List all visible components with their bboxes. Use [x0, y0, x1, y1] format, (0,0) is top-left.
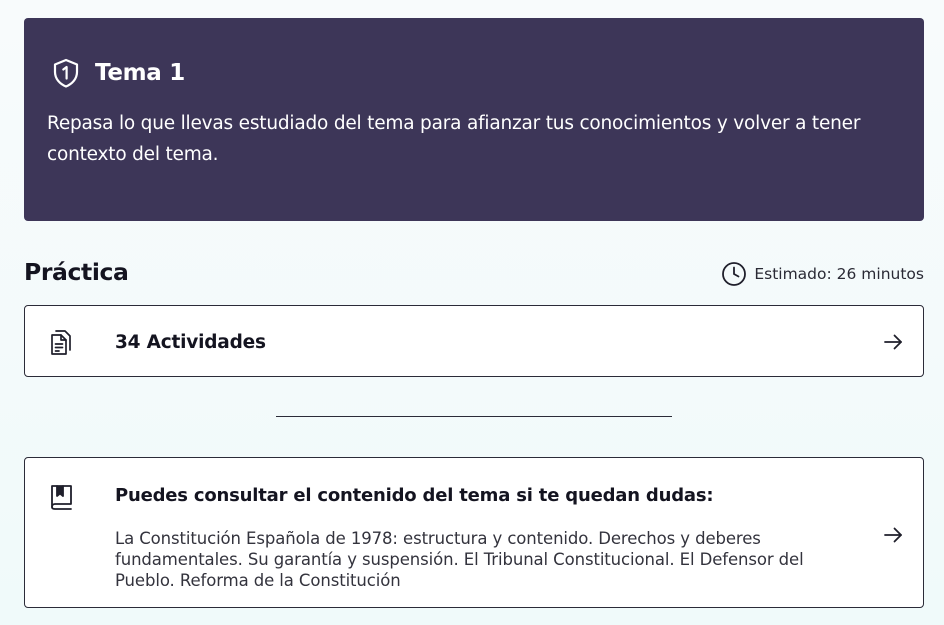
topic-title-row: Tema 1 — [50, 57, 185, 89]
content-card-heading: Puedes consultar el contenido del tema s… — [115, 485, 714, 506]
documents-icon — [47, 328, 75, 356]
estimated-time-label: Estimado: 26 minutos — [754, 265, 924, 283]
section-title: Práctica — [24, 258, 129, 286]
topic-description: Repasa lo que llevas estudiado del tema … — [47, 113, 861, 165]
divider — [276, 416, 672, 417]
shield-number-one-icon — [50, 57, 82, 89]
topic-title: Tema 1 — [95, 60, 185, 86]
book-icon — [49, 483, 75, 511]
content-card-description: La Constitución Española de 1978: estruc… — [115, 529, 804, 590]
activities-label: 34 Actividades — [115, 332, 266, 353]
arrow-right-icon[interactable] — [883, 332, 903, 352]
activities-card[interactable]: 34 Actividades — [24, 305, 924, 377]
arrow-right-icon[interactable] — [883, 525, 903, 545]
clock-icon — [721, 261, 747, 287]
topic-header: Tema 1 Repasa lo que llevas estudiado de… — [24, 18, 924, 221]
estimated-time: Estimado: 26 minutos — [721, 261, 924, 287]
topic-content-card[interactable]: Puedes consultar el contenido del tema s… — [24, 457, 924, 608]
